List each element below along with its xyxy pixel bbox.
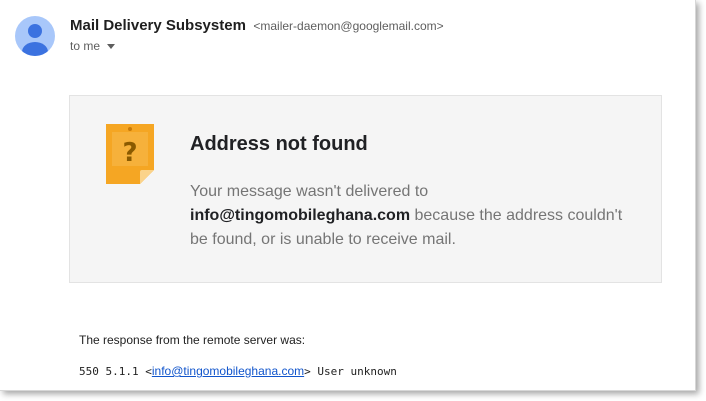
response-tail: > User unknown	[304, 365, 397, 378]
failed-address: info@tingomobileghana.com	[190, 207, 411, 224]
person-avatar-icon	[22, 24, 48, 56]
sender-email: <mailer-daemon@googlemail.com>	[253, 19, 444, 33]
svg-text:?: ?	[122, 138, 137, 168]
sender-name[interactable]: Mail Delivery Subsystem	[70, 17, 246, 34]
response-label: The response from the remote server was:	[79, 333, 306, 347]
server-response: 550 5.1.1 <info@tingomobileghana.com> Us…	[79, 364, 397, 378]
sender-line: Mail Delivery Subsystem <mailer-daemon@g…	[70, 17, 444, 35]
caret-down-icon[interactable]	[107, 44, 116, 49]
notice-title: Address not found	[190, 133, 368, 155]
notice-body-prefix: Your message wasn't delivered to	[190, 183, 429, 200]
recipient-label: to me	[70, 39, 101, 53]
response-address-link[interactable]: info@tingomobileghana.com	[152, 364, 304, 378]
email-message-pane: Mail Delivery Subsystem <mailer-daemon@g…	[0, 0, 696, 391]
notice-body: Your message wasn't delivered to info@ti…	[190, 180, 640, 252]
delivery-failure-notice: ? Address not found Your message wasn't …	[69, 95, 662, 283]
recipient-line: to me	[70, 39, 116, 53]
sender-avatar[interactable]	[15, 16, 55, 56]
question-note-icon: ?	[106, 124, 154, 189]
response-code: 550 5.1.1 <	[79, 365, 152, 378]
